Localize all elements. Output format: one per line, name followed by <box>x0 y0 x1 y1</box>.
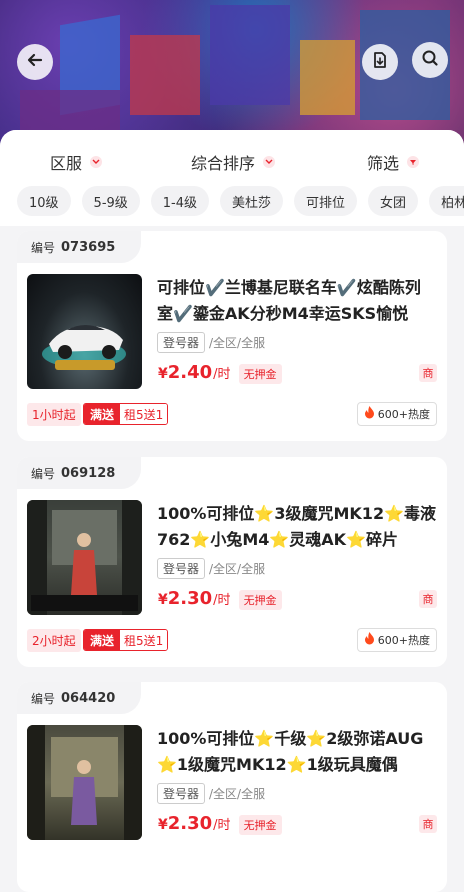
region-filter[interactable]: 区服 <box>50 150 103 174</box>
listing-thumbnail <box>27 274 142 389</box>
chip-medusa[interactable]: 美杜莎 <box>220 186 284 216</box>
merchant-badge: 商 <box>419 590 437 608</box>
listing-card[interactable]: 编号 064420 100%可排位⭐千级⭐2级弥诺AUG ⭐1级魔咒MK12⭐1… <box>17 682 447 892</box>
popularity-badge: 600+热度 <box>356 402 437 426</box>
search-icon <box>420 48 440 72</box>
listing-title: 可排位✔️兰博基尼联名车✔️炫酷陈列 室✔️鎏金AK分秒M4幸运SKS愉悦1..… <box>157 278 421 323</box>
price-unit: /时 <box>213 593 231 608</box>
region-filter-label: 区服 <box>50 154 83 173</box>
funnel-icon <box>407 156 420 168</box>
listing-number: 编号 073695 <box>17 231 142 263</box>
price-value: 2.40 <box>167 362 213 383</box>
flame-icon <box>364 632 375 648</box>
price-value: 2.30 <box>167 588 213 609</box>
no-deposit-badge: 无押金 <box>238 590 282 610</box>
promo-label: 满送 <box>84 404 121 424</box>
currency-symbol: ¥ <box>158 366 168 382</box>
listing-card[interactable]: 编号 073695 可排位✔️兰博基尼联名车✔️炫酷陈列 室✔️鎏金AK分秒M4… <box>17 231 447 441</box>
login-tool-tag: 登号器 <box>157 783 206 804</box>
flame-icon <box>364 406 375 422</box>
min-hours-badge: 1小时起 <box>27 403 81 426</box>
region-text: /全区/全服 <box>209 787 266 801</box>
chevron-down-icon <box>90 156 103 168</box>
listing-thumbnail <box>27 725 142 840</box>
listing-card[interactable]: 编号 069128 100%可排位⭐3级魔咒MK12⭐毒液 762⭐小兔M4⭐灵… <box>17 457 447 667</box>
share-button[interactable] <box>362 44 398 80</box>
currency-symbol: ¥ <box>158 817 168 833</box>
quick-filter-chips: 10级 5-9级 1-4级 美杜莎 可排位 女团 柏林 <box>0 186 464 218</box>
promo-label: 满送 <box>84 630 121 650</box>
login-tool-tag: 登号器 <box>157 332 206 353</box>
listing-number: 编号 069128 <box>17 457 142 489</box>
search-button[interactable] <box>412 42 448 78</box>
popularity-badge: 600+热度 <box>356 628 437 652</box>
filter-button[interactable]: 筛选 <box>367 150 420 174</box>
listing-meta: 登号器 /全区/全服 <box>157 783 265 804</box>
listing-title: 100%可排位⭐3级魔咒MK12⭐毒液 762⭐小兔M4⭐灵魂AK⭐碎片AC..… <box>157 504 436 549</box>
min-hours-badge: 2小时起 <box>27 629 81 652</box>
listing-thumbnail <box>27 500 142 615</box>
merchant-badge: 商 <box>419 815 437 833</box>
back-button[interactable] <box>17 44 53 80</box>
chip-girl-group[interactable]: 女团 <box>368 186 419 216</box>
chip-rankable[interactable]: 可排位 <box>294 186 358 216</box>
no-deposit-badge: 无押金 <box>238 364 282 384</box>
sort-order-label: 综合排序 <box>191 154 256 173</box>
promo-badge: 满送 租5送1 <box>83 403 169 425</box>
promo-value: 租5送1 <box>120 404 168 424</box>
listing-meta: 登号器 /全区/全服 <box>157 558 265 579</box>
listing-meta: 登号器 /全区/全服 <box>157 332 265 353</box>
region-text: /全区/全服 <box>209 562 266 576</box>
chip-berlin[interactable]: 柏林 <box>429 186 464 216</box>
listing-number-label: 编号 <box>31 691 56 706</box>
no-deposit-badge: 无押金 <box>238 815 282 835</box>
listing-number-label: 编号 <box>31 240 56 255</box>
arrow-left-icon <box>25 50 45 74</box>
rental-price: ¥ 2.40 /时 无押金 <box>158 362 282 384</box>
listing-title: 100%可排位⭐千级⭐2级弥诺AUG ⭐1级魔咒MK12⭐1级玩具魔偶Sa... <box>157 729 424 774</box>
chevron-down-icon <box>263 156 276 168</box>
listing-number-value: 069128 <box>61 465 116 481</box>
rental-price: ¥ 2.30 /时 无押金 <box>158 588 282 610</box>
popularity-value: 600+热度 <box>377 634 430 647</box>
rental-price: ¥ 2.30 /时 无押金 <box>158 813 282 835</box>
header-banner <box>0 0 464 150</box>
promo-value: 租5送1 <box>120 630 168 650</box>
listing-number-value: 073695 <box>61 239 116 255</box>
currency-symbol: ¥ <box>158 592 168 608</box>
merchant-badge: 商 <box>419 364 437 382</box>
price-unit: /时 <box>213 367 231 382</box>
chip-10-level[interactable]: 10级 <box>17 186 71 216</box>
region-text: /全区/全服 <box>209 336 266 350</box>
listing-number-value: 064420 <box>61 690 116 706</box>
listing-number: 编号 064420 <box>17 682 142 714</box>
export-file-icon <box>370 50 390 74</box>
chip-1-4-level[interactable]: 1-4级 <box>150 186 210 216</box>
listing-number-label: 编号 <box>31 466 56 481</box>
promo-badge: 满送 租5送1 <box>83 629 169 651</box>
sort-order-filter[interactable]: 综合排序 <box>191 150 276 174</box>
chip-5-9-level[interactable]: 5-9级 <box>81 186 140 216</box>
popularity-value: 600+热度 <box>377 408 430 421</box>
filter-label: 筛选 <box>367 154 400 173</box>
login-tool-tag: 登号器 <box>157 558 206 579</box>
